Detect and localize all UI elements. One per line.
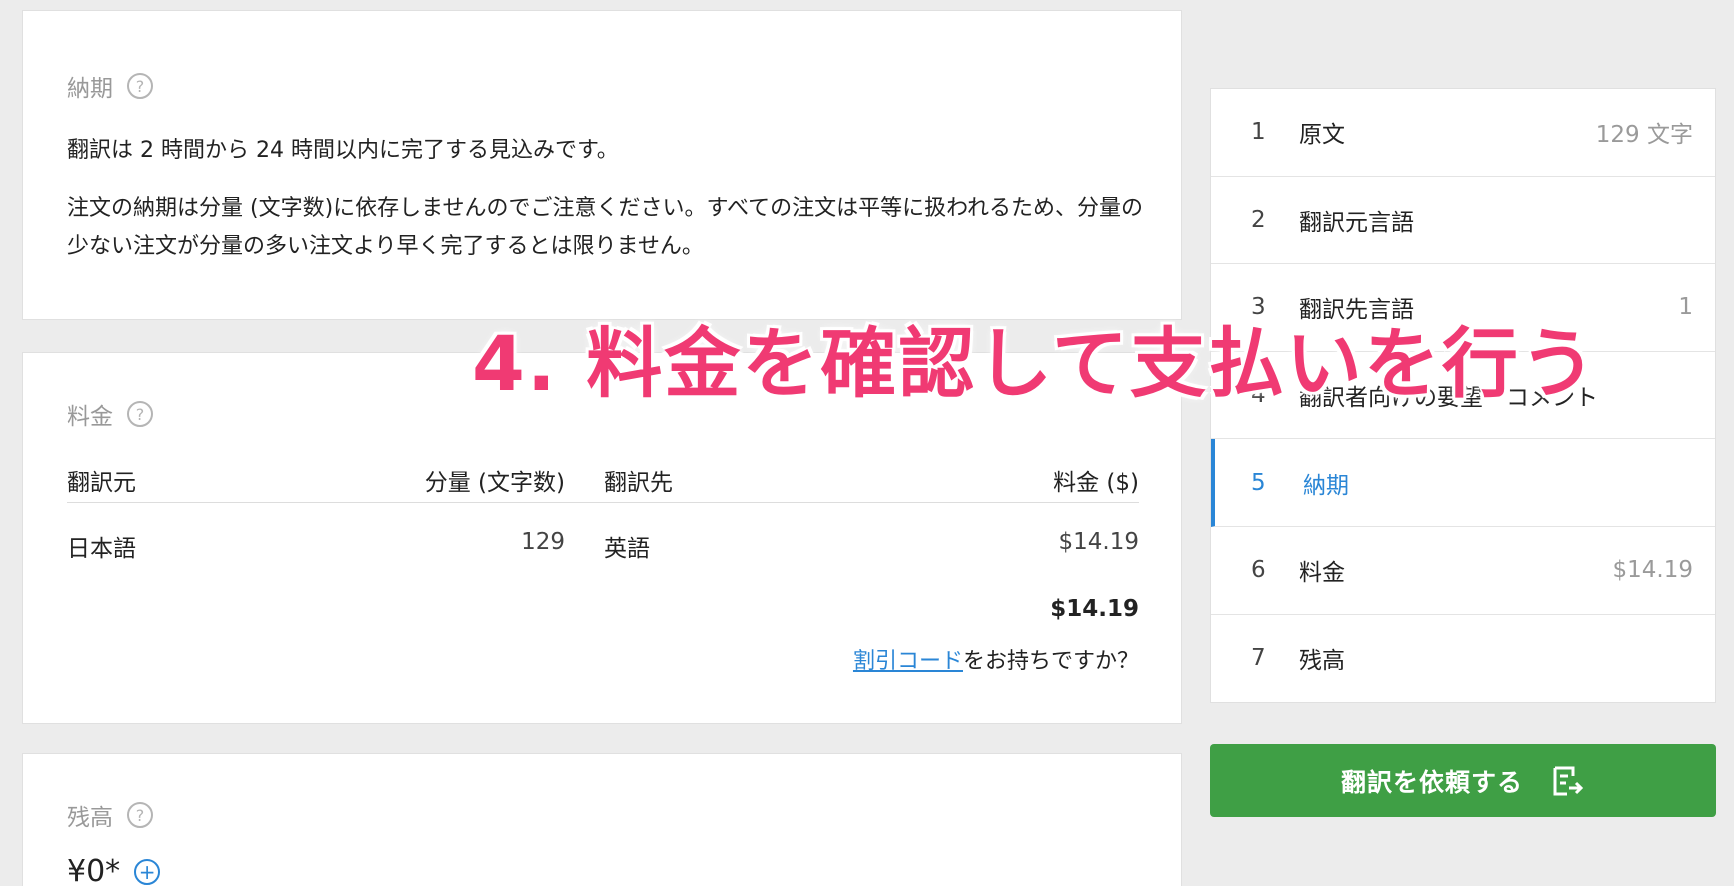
balance-title: 残高 ? (67, 798, 153, 832)
row-target: 英語 (604, 536, 650, 562)
delivery-title-label: 納期 (67, 76, 113, 102)
delivery-title: 納期 ? (67, 69, 153, 103)
help-icon[interactable]: ? (127, 802, 153, 828)
order-translation-button[interactable]: 翻訳を依頼する (1210, 744, 1716, 817)
balance-title-label: 残高 (67, 805, 113, 831)
fee-title-label: 料金 (67, 404, 113, 430)
header-source: 翻訳元 (67, 470, 136, 496)
step-value: 129 文字 (1595, 122, 1693, 149)
step-number: 6 (1251, 557, 1266, 584)
balance-amount: ¥0* + (67, 854, 161, 886)
tutorial-caption: 4. 料金を確認して支払いを行う (472, 319, 1598, 408)
fee-title: 料金 ? (67, 397, 153, 431)
step-label: 翻訳元言語 (1299, 209, 1414, 236)
step-label: 納期 (1303, 472, 1349, 499)
help-icon[interactable]: ? (127, 73, 153, 99)
step-item-balance[interactable]: 7 残高 (1211, 615, 1715, 703)
step-item-source-text[interactable]: 1 原文 129 文字 (1211, 89, 1715, 177)
delivery-note-text: 注文の納期は分量 (文字数)に依存しませんのでご注意ください。すべての注文は平等… (67, 196, 1143, 259)
delivery-estimate-text: 翻訳は 2 時間から 24 時間以内に完了する見込みです。 (67, 138, 619, 163)
order-icon (1553, 766, 1584, 795)
header-price: 料金 ($) (1053, 470, 1139, 496)
balance-card: 残高 ? ¥0* + (22, 753, 1182, 886)
step-item-fee[interactable]: 6 料金 $14.19 (1211, 527, 1715, 615)
discount-code-link[interactable]: 割引コード (853, 649, 963, 674)
row-volume: 129 (521, 529, 565, 555)
step-number: 5 (1251, 469, 1266, 496)
step-number: 1 (1251, 119, 1266, 146)
header-volume: 分量 (文字数) (424, 470, 565, 496)
step-number: 7 (1251, 645, 1266, 672)
step-item-source-language[interactable]: 2 翻訳元言語 (1211, 177, 1715, 265)
discount-prompt: 割引コードをお持ちですか？ (853, 643, 1139, 675)
balance-value: ¥0* (67, 854, 121, 886)
fee-table-header: 翻訳元 分量 (文字数) 翻訳先 料金 ($) (67, 463, 1139, 503)
step-label: 残高 (1299, 648, 1345, 675)
discount-suffix: をお持ちですか？ (962, 649, 1139, 674)
order-button-label: 翻訳を依頼する (1340, 767, 1523, 797)
step-value: 1 (1678, 294, 1693, 321)
step-label: 料金 (1299, 560, 1345, 587)
header-target: 翻訳先 (604, 470, 673, 496)
delivery-card: 納期 ? 翻訳は 2 時間から 24 時間以内に完了する見込みです。 注文の納期… (22, 10, 1182, 320)
step-label: 原文 (1299, 122, 1345, 149)
row-price: $14.19 (1058, 529, 1139, 555)
add-balance-icon[interactable]: + (134, 858, 161, 885)
fee-total: $14.19 (1050, 596, 1139, 622)
step-item-delivery[interactable]: 5 納期 (1211, 439, 1715, 527)
row-source: 日本語 (67, 536, 136, 562)
help-icon[interactable]: ? (127, 401, 153, 427)
step-number: 2 (1251, 206, 1266, 233)
step-value: $14.19 (1612, 557, 1693, 584)
